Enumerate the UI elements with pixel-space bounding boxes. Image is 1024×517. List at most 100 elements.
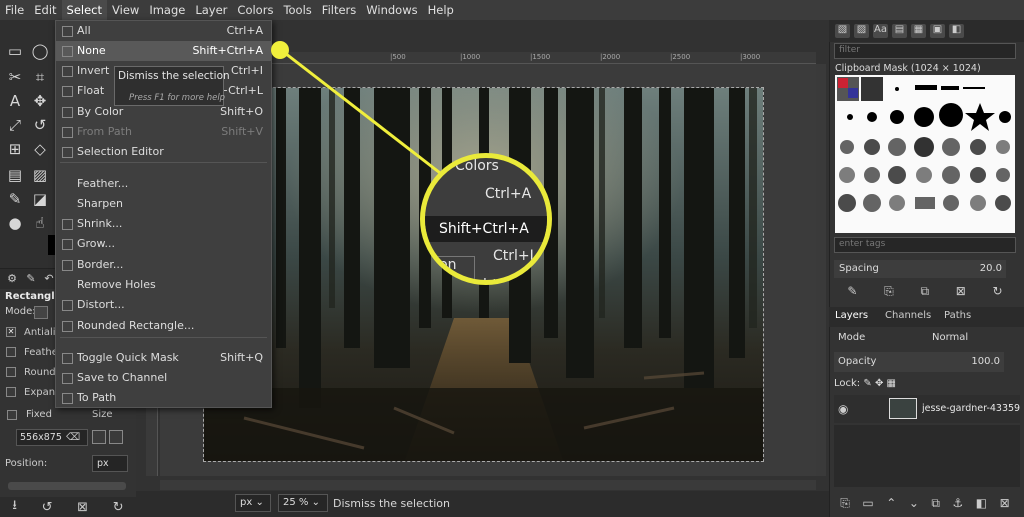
lock-pixels-icon[interactable]: ✎ bbox=[863, 378, 871, 389]
save-options-icon[interactable]: ⭳ bbox=[12, 496, 17, 517]
menu-layer[interactable]: Layer bbox=[190, 0, 232, 20]
menu-item-all[interactable]: All Ctrl+A bbox=[56, 21, 271, 41]
tab-channels[interactable]: Channels bbox=[885, 310, 931, 321]
transform-tool-icon[interactable]: ⤢ bbox=[4, 116, 26, 134]
menu-item-border[interactable]: Border... bbox=[56, 255, 271, 275]
new-layer-group-icon[interactable]: ▭ bbox=[862, 496, 873, 514]
anchor-layer-icon[interactable]: ⚓ bbox=[952, 496, 963, 514]
rotate-tool-icon[interactable]: ↺ bbox=[29, 116, 51, 134]
menu-item-none[interactable]: None Shift+Ctrl+A bbox=[56, 41, 271, 61]
gradients-tab-icon[interactable]: ◧ bbox=[949, 24, 964, 38]
position-unit-select[interactable]: px bbox=[92, 455, 128, 472]
antialias-checkbox[interactable]: ✕ bbox=[6, 327, 16, 337]
paintbrush-tool-icon[interactable]: ✎ bbox=[4, 190, 26, 208]
brush-tags-input[interactable]: enter tags bbox=[834, 237, 1016, 253]
delete-options-icon[interactable]: ⊠ bbox=[77, 500, 88, 515]
menu-colors[interactable]: Colors bbox=[232, 0, 278, 20]
templates-tab-icon[interactable]: ▣ bbox=[930, 24, 945, 38]
delete-brush-icon[interactable]: ⊠ bbox=[956, 284, 966, 302]
refresh-brushes-icon[interactable]: ↻ bbox=[993, 284, 1003, 302]
menu-item-shrink[interactable]: Shrink... bbox=[56, 214, 271, 234]
bucket-fill-tool-icon[interactable]: ▨ bbox=[29, 166, 51, 184]
text-tool-icon[interactable]: A bbox=[4, 92, 26, 110]
menu-item-feather[interactable]: Feather... bbox=[56, 174, 271, 194]
fixed-dropdown[interactable]: Fixed bbox=[26, 409, 52, 420]
crop-tool-icon[interactable]: ⌗ bbox=[29, 68, 51, 86]
brushes-tab-icon[interactable]: ▧ bbox=[835, 24, 850, 38]
landscape-icon[interactable] bbox=[109, 430, 123, 444]
fixed-checkbox[interactable] bbox=[7, 408, 25, 421]
layer-mask-icon[interactable]: ◧ bbox=[976, 496, 987, 514]
tab-paths[interactable]: Paths bbox=[944, 310, 971, 321]
new-layer-icon[interactable]: ⎘ bbox=[840, 496, 850, 514]
brush-filter-input[interactable]: filter bbox=[834, 43, 1016, 59]
position-slider[interactable] bbox=[8, 482, 126, 490]
patterns-tab-icon[interactable]: ▨ bbox=[854, 24, 869, 38]
palettes-tab-icon[interactable]: ▦ bbox=[911, 24, 926, 38]
rect-select-tool-icon[interactable]: ▭ bbox=[4, 42, 26, 60]
menu-image[interactable]: Image bbox=[144, 0, 190, 20]
menu-edit[interactable]: Edit bbox=[29, 0, 61, 20]
eraser-tool-icon[interactable]: ◪ bbox=[29, 190, 51, 208]
feather-checkbox[interactable] bbox=[6, 347, 16, 357]
lock-position-icon[interactable]: ✥ bbox=[875, 378, 883, 389]
raise-layer-icon[interactable]: ⌃ bbox=[886, 496, 896, 514]
menu-tools[interactable]: Tools bbox=[278, 0, 316, 20]
menu-view[interactable]: View bbox=[107, 0, 144, 20]
new-brush-icon[interactable]: ⎘ bbox=[884, 284, 894, 302]
menu-item-grow[interactable]: Grow... bbox=[56, 234, 271, 254]
tool-options-tab-icon[interactable]: ⚙ bbox=[5, 272, 19, 286]
document-history-tab-icon[interactable]: ▤ bbox=[892, 24, 907, 38]
dodge-tool-icon[interactable]: ● bbox=[4, 214, 26, 232]
layer-row[interactable]: ◉ jesse-gardner-433592-u bbox=[834, 395, 1020, 423]
zoom-select[interactable]: 25 % ⌄ bbox=[278, 494, 328, 512]
menu-item-save-to-channel[interactable]: Save to Channel bbox=[56, 368, 271, 388]
layer-mode-select[interactable]: Normal bbox=[932, 332, 968, 343]
menu-select[interactable]: Select bbox=[61, 0, 108, 20]
lower-layer-icon[interactable]: ⌄ bbox=[909, 496, 919, 514]
menu-filters[interactable]: Filters bbox=[317, 0, 361, 20]
tab-layers[interactable]: Layers bbox=[835, 310, 868, 321]
opacity-slider[interactable]: Opacity 100.0 bbox=[834, 352, 1004, 372]
undo-history-tab-icon[interactable]: ↶ bbox=[42, 272, 56, 286]
delete-layer-icon[interactable]: ⊠ bbox=[1000, 496, 1010, 514]
lock-alpha-icon[interactable]: ▦ bbox=[887, 378, 896, 389]
menu-item-selection-editor[interactable]: Selection Editor bbox=[56, 142, 271, 162]
clear-icon[interactable]: ⌫ bbox=[66, 432, 80, 443]
fonts-tab-icon[interactable]: Aa bbox=[873, 24, 888, 38]
spacing-slider[interactable]: Spacing 20.0 bbox=[834, 260, 1006, 278]
scissors-tool-icon[interactable]: ✂ bbox=[4, 68, 26, 86]
reset-options-icon[interactable]: ↻ bbox=[113, 500, 124, 515]
menu-item-remove-holes[interactable]: Remove Holes bbox=[56, 275, 271, 295]
vertical-scrollbar[interactable] bbox=[816, 64, 826, 476]
gradient-tool-icon[interactable]: ▤ bbox=[4, 166, 26, 184]
menu-item-distort[interactable]: Distort... bbox=[56, 295, 271, 315]
brush-grid[interactable] bbox=[835, 75, 1015, 233]
horizontal-scrollbar[interactable] bbox=[160, 480, 816, 490]
menu-windows[interactable]: Windows bbox=[361, 0, 422, 20]
menu-file[interactable]: File bbox=[0, 0, 29, 20]
ellipse-select-tool-icon[interactable]: ◯ bbox=[29, 42, 51, 60]
menu-item-toggle-quick-mask[interactable]: Toggle Quick Mask Shift+Q bbox=[56, 348, 271, 368]
rounded-checkbox[interactable] bbox=[6, 367, 16, 377]
unit-select[interactable]: px ⌄ bbox=[235, 494, 271, 512]
move-tool-icon[interactable]: ✥ bbox=[29, 92, 51, 110]
menu-item-label: Grow... bbox=[77, 237, 116, 250]
restore-options-icon[interactable]: ↺ bbox=[42, 500, 53, 515]
menu-help[interactable]: Help bbox=[423, 0, 459, 20]
align-tool-icon[interactable]: ⊞ bbox=[4, 140, 26, 158]
feather-option[interactable]: Feather bbox=[6, 347, 62, 358]
duplicate-brush-icon[interactable]: ⧉ bbox=[920, 284, 929, 302]
portrait-icon[interactable] bbox=[92, 430, 106, 444]
smudge-tool-icon[interactable]: ☝ bbox=[29, 214, 51, 232]
menu-item-rounded-rectangle[interactable]: Rounded Rectangle... bbox=[56, 316, 271, 336]
perspective-tool-icon[interactable]: ◇ bbox=[29, 140, 51, 158]
duplicate-layer-icon[interactable]: ⧉ bbox=[931, 496, 940, 514]
device-status-tab-icon[interactable]: ✎ bbox=[24, 272, 38, 286]
menu-item-sharpen[interactable]: Sharpen bbox=[56, 194, 271, 214]
menu-item-to-path[interactable]: To Path bbox=[56, 388, 271, 408]
expand-checkbox[interactable] bbox=[6, 387, 16, 397]
visibility-eye-icon[interactable]: ◉ bbox=[838, 402, 848, 416]
edit-brush-icon[interactable]: ✎ bbox=[847, 284, 857, 302]
mode-replace-button[interactable] bbox=[34, 306, 48, 319]
